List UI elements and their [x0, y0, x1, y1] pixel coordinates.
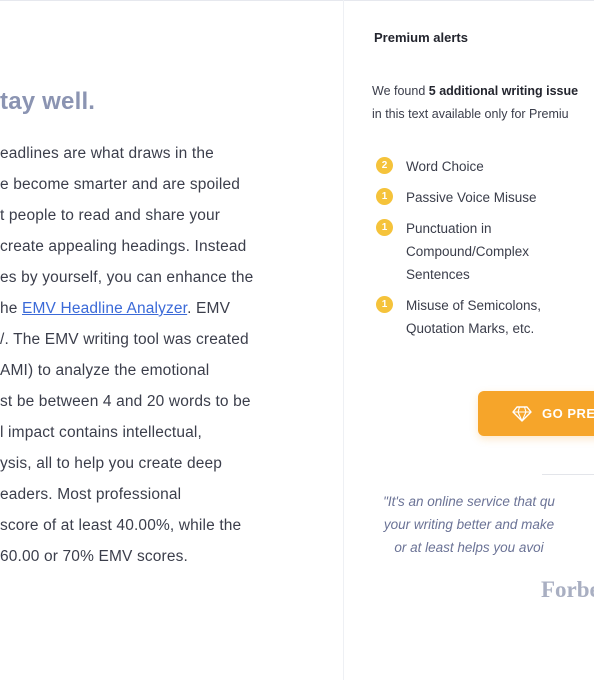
quote-divider — [542, 474, 594, 475]
panel-title: Premium alerts — [374, 30, 468, 45]
article-line: l impact contains intellectual, — [0, 424, 202, 441]
article-line: es by yourself, you can enhance the — [0, 269, 254, 286]
article-heading: tay well. — [0, 88, 96, 115]
emv-headline-analyzer-link[interactable]: EMV Headline Analyzer — [22, 300, 187, 317]
diamond-icon — [512, 405, 532, 422]
issue-label: Punctuation in Compound/Complex Sentence… — [406, 221, 530, 282]
issue-count-badge: 1 — [376, 219, 393, 236]
issue-item: 1 Punctuation in Compound/Complex Senten… — [376, 217, 594, 286]
issue-count-badge: 1 — [376, 296, 393, 313]
article-text: he — [0, 300, 22, 317]
article-line: score of at least 40.00%, while the — [0, 517, 242, 534]
testimonial-quote-line: "It's an online service that qu — [383, 494, 555, 509]
go-premium-button[interactable]: GO PREI — [478, 391, 594, 436]
issue-label: Passive Voice Misuse — [406, 190, 537, 205]
intro-issue-count: 5 additional writing issue — [428, 84, 579, 98]
article-line: create appealing headings. Instead — [0, 238, 247, 255]
article-line: ysis, all to help you create deep — [0, 455, 223, 472]
issue-count-badge: 1 — [376, 188, 393, 205]
article-line: st be between 4 and 20 words to be — [0, 393, 251, 410]
intro-line-2: in this text available only for Premiu — [372, 107, 569, 121]
intro-line-1: We found 5 additional writing issue — [372, 80, 578, 103]
issue-item: 2 Word Choice — [376, 155, 594, 178]
issue-item: 1 Passive Voice Misuse — [376, 186, 594, 209]
premium-intro: We found 5 additional writing issue in t… — [372, 80, 578, 126]
article-line: 60.00 or 70% EMV scores. — [0, 548, 188, 565]
testimonial-quote-line: your writing better and make — [383, 517, 555, 532]
premium-alerts-panel: Premium alerts We found 5 additional wri… — [344, 0, 594, 680]
article-line: /. The EMV writing tool was created — [0, 331, 249, 348]
issue-item: 1 Misuse of Semicolons, Quotation Marks,… — [376, 294, 594, 340]
issue-label: Word Choice — [406, 159, 484, 174]
article-line: t people to read and share your — [0, 207, 221, 224]
intro-prefix: We found — [372, 84, 429, 98]
article-line: eadlines are what draws in the — [0, 145, 214, 162]
article-text: . EMV — [187, 300, 231, 317]
testimonial-quote-line: or at least helps you avoi — [394, 540, 544, 555]
article-line-with-link: he EMV Headline Analyzer. EMV — [0, 298, 330, 329]
article-body: eadlines are what draws in the e become … — [0, 143, 330, 577]
go-premium-label: GO PREI — [542, 406, 594, 421]
issue-label: Misuse of Semicolons, Quotation Marks, e… — [406, 298, 542, 336]
article-line: e become smarter and are spoiled — [0, 176, 241, 193]
forbes-logo: Forbe — [541, 577, 594, 602]
issue-list: 2 Word Choice 1 Passive Voice Misuse 1 P… — [376, 155, 594, 348]
article-line: eaders. Most professional — [0, 486, 182, 503]
issue-count-badge: 2 — [376, 157, 393, 174]
article-line: AMI) to analyze the emotional — [0, 362, 210, 379]
